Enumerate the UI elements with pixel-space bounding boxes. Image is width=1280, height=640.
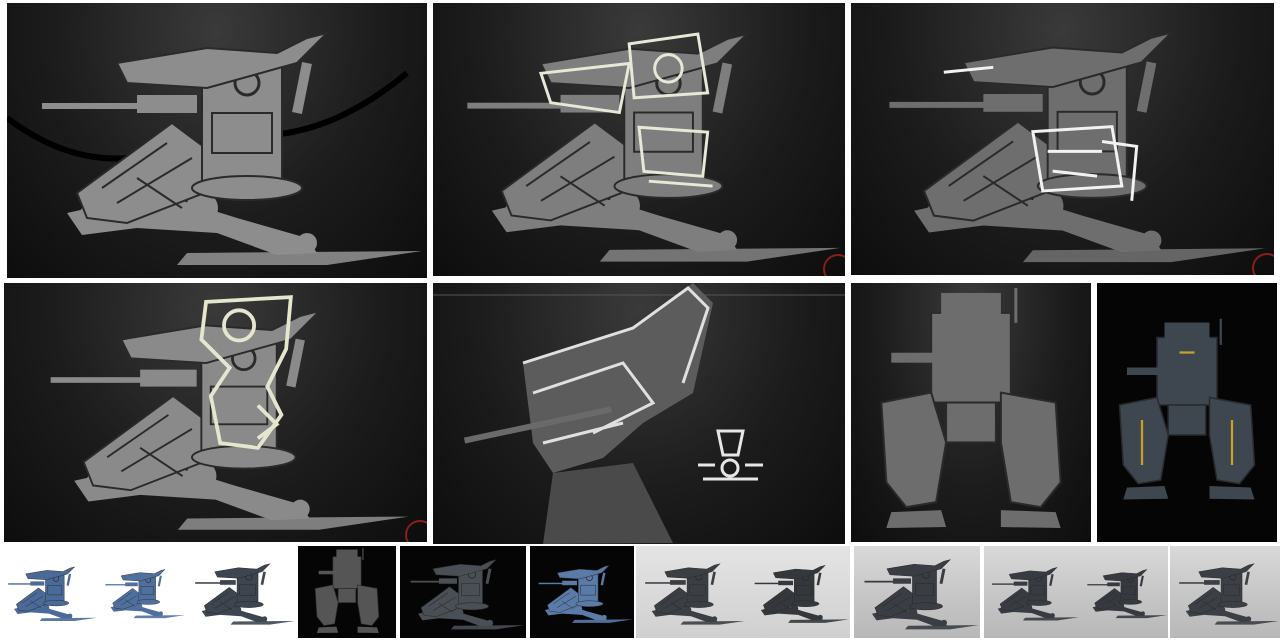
mech-render-light-image <box>854 546 980 638</box>
mech-sculpt-image <box>7 3 427 278</box>
mech-render-light-image <box>1170 546 1280 638</box>
sculpt-front-view-tile <box>851 283 1091 542</box>
mech-sculpt-sketch-image <box>433 3 845 276</box>
thumb-blue-2 <box>98 546 186 638</box>
sketch-glyph <box>698 429 763 481</box>
mech-render-light-image <box>1080 546 1168 638</box>
sculpt-detail-overlay-tile <box>851 3 1274 275</box>
mech-closeup-sketch-image <box>433 283 845 544</box>
thumb-dark-1 <box>186 546 296 638</box>
mech-render-grey-image <box>636 546 746 638</box>
thumb-light-4 <box>1170 546 1280 638</box>
mech-render-light-image <box>984 546 1080 638</box>
thumb-light-3 <box>1080 546 1168 638</box>
mech-side-sketch-image <box>4 295 427 542</box>
mech-detail-sketch-image <box>851 3 1274 275</box>
thumb-light-1 <box>854 546 980 638</box>
sculpt-closeup-sketch-tile <box>433 283 845 544</box>
mech-render-dark-image <box>186 546 296 638</box>
mech-front-render-image <box>1097 283 1277 542</box>
thumb-black-blue <box>530 546 634 638</box>
thumb-light-2 <box>984 546 1080 638</box>
mech-front-sculpt-image <box>851 283 1091 542</box>
mech-render-blue-image <box>0 546 98 638</box>
thumb-grey-1 <box>636 546 746 638</box>
sculpt-sketch-overlay-tile <box>433 3 845 276</box>
thumb-grey-2 <box>746 546 850 638</box>
thumb-blue-1 <box>0 546 98 638</box>
mech-render-wire-image <box>298 546 396 638</box>
mech-render-dark-gold-image <box>400 546 526 638</box>
sculpt-side-sketch-tile <box>4 283 427 542</box>
render-front-black-tile <box>1097 283 1277 542</box>
thumb-black-2 <box>400 546 526 638</box>
mech-render-blue-dark-image <box>530 546 634 638</box>
thumb-black-1 <box>298 546 396 638</box>
mech-render-blue-image <box>98 546 186 638</box>
sculpt-base-tile <box>7 3 427 278</box>
mech-render-grey-image <box>746 546 850 638</box>
